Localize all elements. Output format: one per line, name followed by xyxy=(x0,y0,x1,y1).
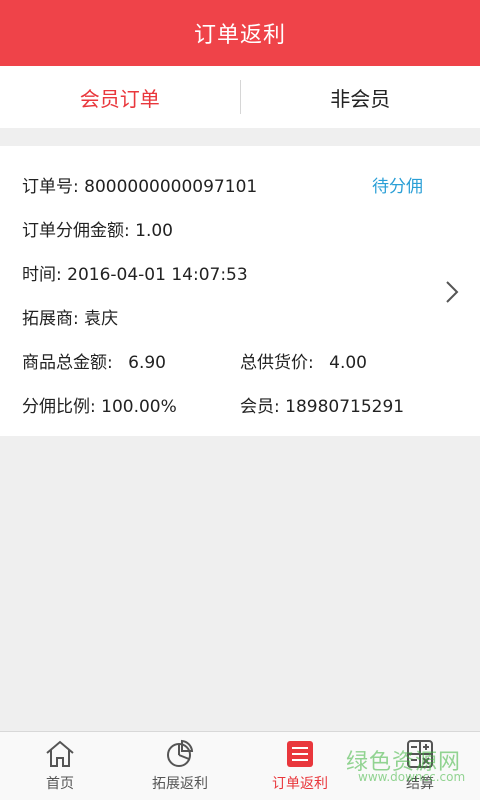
commission-amount-label: 订单分佣金额: xyxy=(22,221,130,241)
time-value: 2016-04-01 14:07:53 xyxy=(67,265,248,285)
order-card[interactable]: 订单号: 8000000000097101 待分佣 订单分佣金额: 1.00 时… xyxy=(0,146,480,436)
goods-total-value: 6.90 xyxy=(128,353,166,373)
commission-amount-value: 1.00 xyxy=(135,221,173,241)
ratio-label: 分佣比例: xyxy=(22,397,96,417)
supply-total-row: 总供货价: 4.00 xyxy=(240,348,367,373)
watermark-url: www.downcc.com xyxy=(358,770,466,784)
member-label: 会员: xyxy=(240,397,280,417)
tab-non-member[interactable]: 非会员 xyxy=(241,66,480,128)
member-value: 18980715291 xyxy=(285,397,405,417)
promoter-value: 袁庆 xyxy=(84,309,119,329)
home-icon xyxy=(46,740,74,767)
list-icon xyxy=(287,741,313,767)
order-number-label: 订单号: xyxy=(22,177,79,197)
supply-total-label: 总供货价: xyxy=(240,353,314,373)
promoter-row: 拓展商: 袁庆 xyxy=(22,304,118,329)
chevron-right-icon[interactable] xyxy=(440,278,464,306)
page-title: 订单返利 xyxy=(193,23,286,48)
tab-member-orders[interactable]: 会员订单 xyxy=(0,66,240,128)
supply-total-value: 4.00 xyxy=(329,353,367,373)
top-bar: 订单返利 xyxy=(0,0,480,66)
pie-chart-icon xyxy=(167,739,194,767)
status-badge: 待分佣 xyxy=(372,177,423,197)
nav-order-rebate[interactable]: 订单返利 xyxy=(240,732,360,800)
nav-expansion-rebate-label: 拓展返利 xyxy=(152,776,208,792)
nav-expansion-rebate[interactable]: 拓展返利 xyxy=(120,732,240,800)
nav-home-label: 首页 xyxy=(46,776,74,792)
goods-total-label: 商品总金额: xyxy=(22,353,113,373)
member-row: 会员: 18980715291 xyxy=(240,392,404,417)
promoter-label: 拓展商: xyxy=(22,309,79,329)
commission-amount-row: 订单分佣金额: 1.00 xyxy=(22,216,173,241)
nav-order-rebate-label: 订单返利 xyxy=(272,776,328,792)
order-number-row: 订单号: 8000000000097101 xyxy=(22,172,257,197)
time-label: 时间: xyxy=(22,265,62,285)
goods-total-row: 商品总金额: 6.90 xyxy=(22,348,166,373)
ratio-value: 100.00% xyxy=(101,397,177,417)
ratio-row: 分佣比例: 100.00% xyxy=(22,392,177,417)
tab-bar: 会员订单 非会员 xyxy=(0,66,480,128)
nav-home[interactable]: 首页 xyxy=(0,732,120,800)
order-number-value: 8000000000097101 xyxy=(84,177,258,197)
time-row: 时间: 2016-04-01 14:07:53 xyxy=(22,260,248,285)
